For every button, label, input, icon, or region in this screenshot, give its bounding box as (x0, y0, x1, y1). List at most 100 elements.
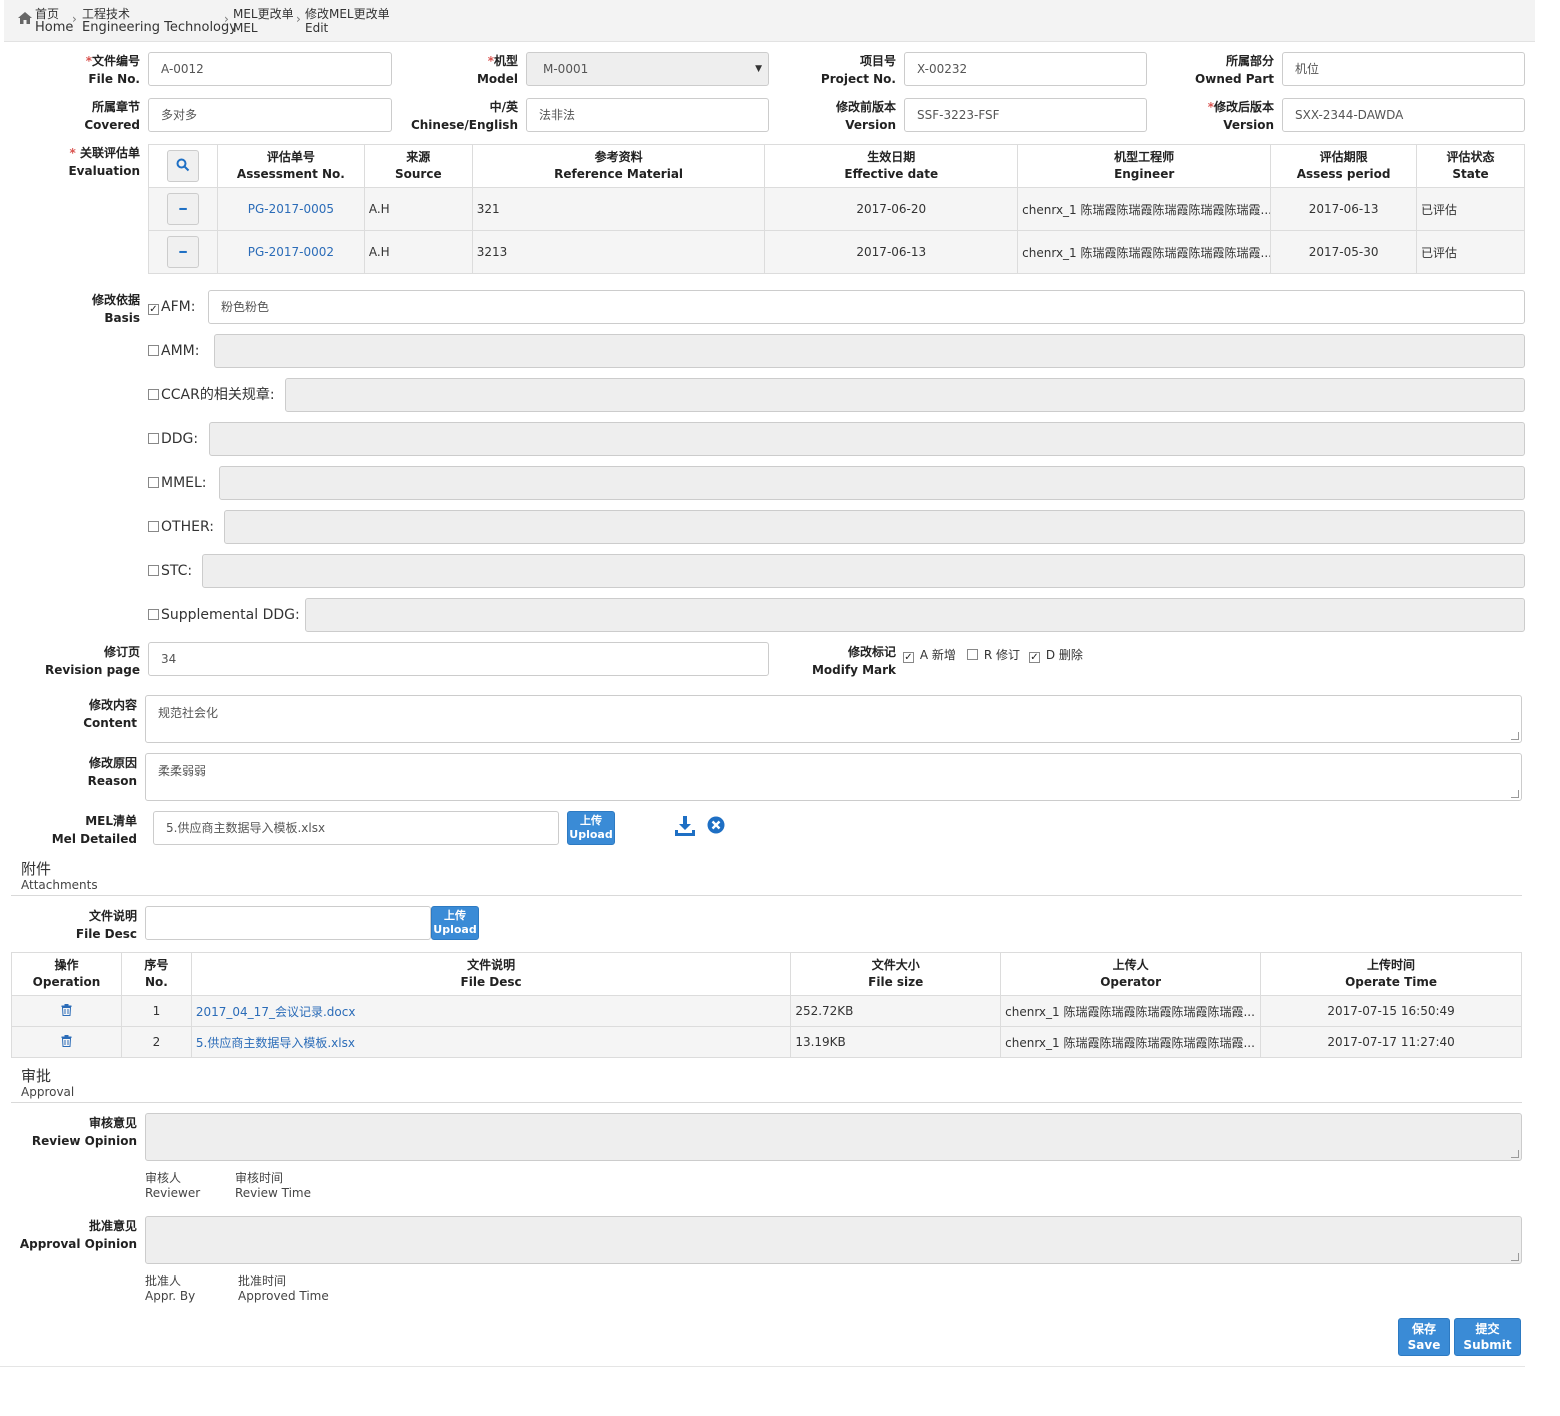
approval-title: 审批 Approval (21, 1067, 75, 1100)
review-opinion-textarea[interactable] (145, 1113, 1522, 1161)
reason-textarea[interactable]: 柔柔弱弱 (145, 753, 1522, 801)
source-cell: A.H (363, 187, 473, 231)
revision-page-input[interactable]: 34 (148, 642, 769, 676)
modify-mark-a[interactable]: ✓ A 新增 (903, 646, 956, 663)
submit-button[interactable]: 提交 Submit (1454, 1318, 1521, 1356)
mel-detailed-input[interactable]: 5.供应商主数据导入模板.xlsx (153, 811, 559, 845)
basis-stc-input[interactable] (202, 554, 1525, 588)
date-cell: 2017-06-20 (764, 187, 1019, 231)
amm-checkbox[interactable] (148, 345, 159, 356)
owned-part-label: 所属部分 Owned Part (1195, 54, 1274, 86)
basis-ddg-input[interactable] (209, 422, 1525, 456)
mark-d-checkbox[interactable]: ✓ (1029, 652, 1040, 663)
table-row: 1 2017_04_17_会议记录.docx 252.72KB chenrx_1… (11, 995, 1522, 1027)
search-button[interactable] (166, 150, 199, 182)
search-icon (176, 158, 190, 172)
breadcrumb-edit: 修改MEL更改单 Edit (305, 7, 390, 35)
period-cell: 2017-06-13 (1270, 187, 1418, 231)
trash-icon[interactable] (61, 1034, 72, 1050)
col-state: 评估状态 State (1416, 144, 1525, 188)
basis-other-input[interactable] (224, 510, 1525, 544)
breadcrumb-separator: › (296, 12, 301, 26)
basis-supplemental-ddg-input[interactable] (305, 598, 1525, 632)
supplemental-ddg-checkbox[interactable] (148, 609, 159, 620)
operator-cell: chenrx_1 陈瑞霞陈瑞霞陈瑞霞陈瑞霞陈瑞霞... (1000, 1026, 1262, 1058)
file-desc-input[interactable] (145, 906, 431, 940)
remove-row-button[interactable]: ━ (166, 193, 199, 225)
remove-row-button[interactable]: ━ (166, 236, 199, 268)
breadcrumb-separator: › (72, 12, 77, 26)
home-icon[interactable] (17, 11, 33, 28)
model-select[interactable]: M-0001 ▼ (526, 52, 769, 86)
stc-checkbox[interactable] (148, 565, 159, 576)
basis-afm-input[interactable]: 粉色粉色 (208, 290, 1525, 324)
afm-checkbox[interactable]: ✓ (148, 304, 159, 315)
breadcrumb-engineering[interactable]: 工程技术 Engineering Technology (82, 7, 237, 35)
state-cell: 已评估 (1416, 230, 1525, 274)
assessment-link[interactable]: PG-2017-0005 (248, 202, 334, 216)
review-time-label: 审核时间 Review Time (235, 1171, 311, 1200)
project-no-label: 项目号 Project No. (820, 54, 896, 86)
version-before-input[interactable]: SSF-3223-FSF (904, 98, 1147, 132)
chinese-english-input[interactable]: 法非法 (526, 98, 769, 132)
breadcrumb-separator: › (224, 12, 229, 26)
modify-mark-d[interactable]: ✓ D 删除 (1029, 646, 1083, 663)
reference-cell: 3213 (471, 230, 766, 274)
mmel-checkbox[interactable] (148, 477, 159, 488)
owned-part-input[interactable]: 机位 (1282, 52, 1525, 86)
operator-cell: chenrx_1 陈瑞霞陈瑞霞陈瑞霞陈瑞霞陈瑞霞... (1000, 995, 1262, 1027)
basis-supplemental-ddg-label[interactable]: Supplemental DDG: (148, 606, 300, 624)
mel-upload-button[interactable]: 上传 Upload (567, 811, 615, 845)
mel-detailed-label: MEL清单 Mel Detailed (51, 814, 137, 846)
basis-afm-label[interactable]: ✓ AFM: (148, 298, 195, 316)
col-operate-time: 上传时间 Operate Time (1260, 952, 1522, 996)
file-link[interactable]: 2017_04_17_会议记录.docx (196, 1005, 356, 1019)
no-cell: 2 (120, 1026, 192, 1058)
evaluation-label: * 关联评估单 Evaluation (68, 146, 140, 178)
content-textarea[interactable]: 规范社会化 (145, 695, 1522, 743)
basis-other-label[interactable]: OTHER: (148, 518, 214, 536)
basis-amm-label[interactable]: AMM: (148, 342, 199, 360)
basis-stc-label[interactable]: STC: (148, 562, 192, 580)
modify-mark-r[interactable]: R 修订 (967, 646, 1020, 663)
covered-label: 所属章节 Covered (84, 100, 140, 132)
file-no-input[interactable]: A-0012 (148, 52, 392, 86)
remove-file-icon[interactable] (707, 816, 725, 837)
other-checkbox[interactable] (148, 521, 159, 532)
modify-mark-label: 修改标记 Modify Mark (811, 645, 896, 677)
table-row: 2 5.供应商主数据导入模板.xlsx 13.19KB chenrx_1 陈瑞霞… (11, 1026, 1522, 1058)
basis-ccar-label[interactable]: CCAR的相关规章: (148, 386, 275, 404)
footer-divider (0, 1366, 1525, 1367)
breadcrumb-home[interactable]: 首页 Home (35, 7, 73, 35)
col-reference: 参考资料 Reference Material (471, 144, 766, 188)
basis-ddg-label[interactable]: DDG: (148, 430, 198, 448)
version-after-input[interactable]: SXX-2344-DAWDA (1282, 98, 1525, 132)
trash-icon[interactable] (61, 1003, 72, 1019)
ccar-checkbox[interactable] (148, 389, 159, 400)
project-no-input[interactable]: X-00232 (904, 52, 1147, 86)
mark-r-checkbox[interactable] (967, 649, 978, 660)
covered-input[interactable]: 多对多 (148, 98, 392, 132)
attachment-upload-button[interactable]: 上传 Upload (431, 906, 479, 940)
breadcrumb-mel[interactable]: MEL更改单 MEL (233, 7, 294, 35)
state-cell: 已评估 (1416, 187, 1525, 231)
ddg-checkbox[interactable] (148, 433, 159, 444)
basis-mmel-label[interactable]: MMEL: (148, 474, 207, 492)
col-operation: 操作 Operation (11, 952, 122, 996)
file-link[interactable]: 5.供应商主数据导入模板.xlsx (196, 1036, 355, 1050)
reference-cell: 321 (471, 187, 766, 231)
basis-ccar-input[interactable] (285, 378, 1525, 412)
mark-a-checkbox[interactable]: ✓ (903, 652, 914, 663)
file-desc-label: 文件说明 File Desc (75, 909, 137, 941)
search-cell (148, 144, 218, 188)
approval-opinion-textarea[interactable] (145, 1216, 1522, 1264)
save-button[interactable]: 保存 Save (1398, 1318, 1450, 1356)
source-cell: A.H (363, 230, 473, 274)
version-before-label: 修改前版本 Version (835, 100, 896, 132)
basis-mmel-input[interactable] (219, 466, 1525, 500)
approved-time-label: 批准时间 Approved Time (238, 1274, 329, 1303)
basis-amm-input[interactable] (214, 334, 1525, 368)
assessment-link[interactable]: PG-2017-0002 (248, 245, 334, 259)
download-icon[interactable] (673, 814, 697, 841)
version-after-label: *修改后版本 Version (1207, 100, 1274, 132)
